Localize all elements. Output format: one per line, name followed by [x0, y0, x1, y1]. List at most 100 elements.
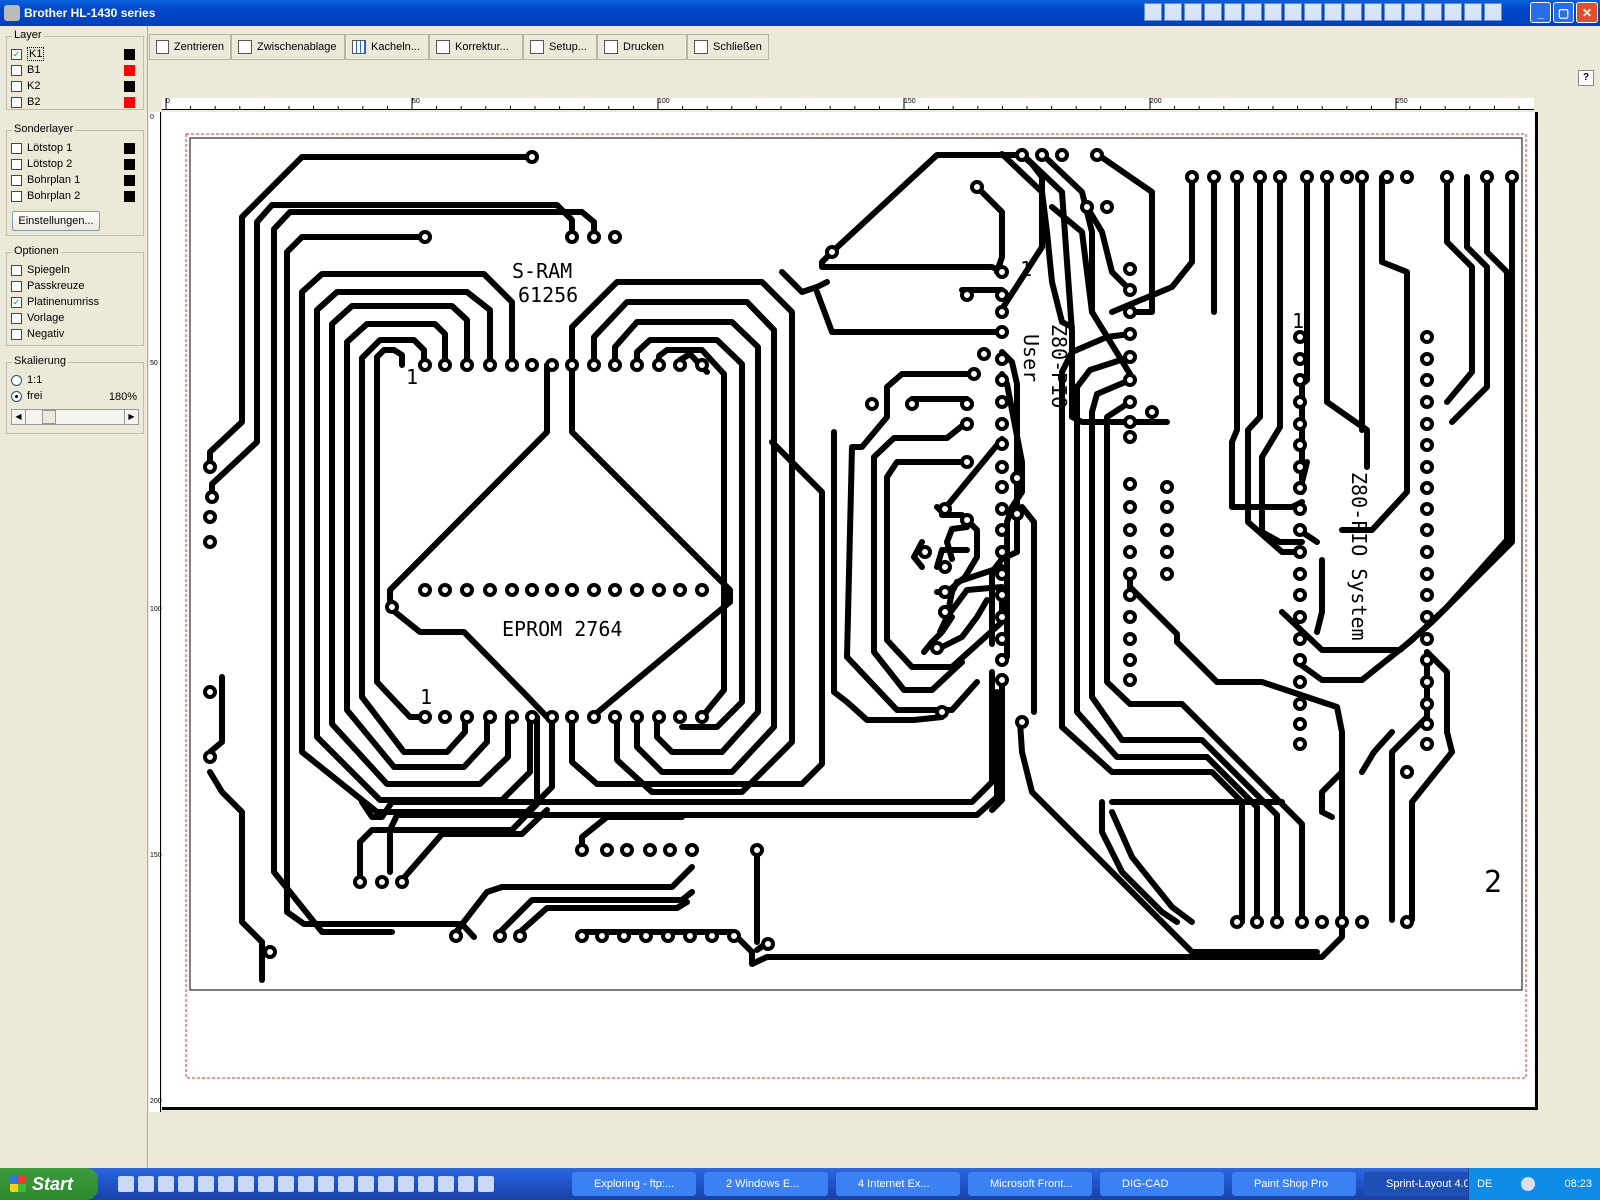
scale-1to1-radio[interactable]	[11, 374, 22, 386]
loetstop1-color[interactable]	[124, 143, 135, 154]
layer-k1-color[interactable]	[124, 49, 135, 60]
bohrplan2-checkbox[interactable]	[11, 190, 22, 202]
start-button[interactable]: Start	[0, 1168, 98, 1200]
option-negative-row[interactable]: Negativ	[11, 327, 64, 341]
tray-app-icon[interactable]	[1324, 3, 1342, 21]
quicklaunch-icon[interactable]	[378, 1176, 394, 1192]
tray-app-icon[interactable]	[1424, 3, 1442, 21]
quicklaunch-icon[interactable]	[418, 1176, 434, 1192]
bohrplan1-checkbox[interactable]	[11, 174, 22, 186]
tray-app-icon[interactable]	[1464, 3, 1482, 21]
scale-free-radio[interactable]	[11, 390, 22, 402]
task-button[interactable]: Microsoft Front...	[968, 1172, 1092, 1196]
setup-button[interactable]: Setup...	[523, 34, 597, 60]
quicklaunch-icon[interactable]	[258, 1176, 274, 1192]
loetstop1-checkbox[interactable]	[11, 142, 22, 154]
task-button[interactable]: Paint Shop Pro	[1232, 1172, 1356, 1196]
layer-b2-color[interactable]	[124, 97, 135, 108]
correction-button[interactable]: Korrektur...	[429, 34, 523, 60]
maximize-button[interactable]: ▢	[1553, 2, 1574, 23]
quicklaunch-icon[interactable]	[298, 1176, 314, 1192]
tray-app-icon[interactable]	[1484, 3, 1502, 21]
minimize-button[interactable]: _	[1530, 2, 1551, 23]
task-button[interactable]: 4 Internet Ex...	[836, 1172, 960, 1196]
option-crosshairs-row[interactable]: Passkreuze	[11, 279, 84, 293]
center-button[interactable]: Zentrieren	[149, 34, 231, 60]
layer-b1-color[interactable]	[124, 65, 135, 76]
layer-b1-checkbox[interactable]	[11, 64, 22, 76]
slider-left-arrow-icon[interactable]: ◀	[12, 410, 26, 424]
option-template-row[interactable]: Vorlage	[11, 311, 64, 325]
tray-app-icon[interactable]	[1304, 3, 1322, 21]
close-doc-button[interactable]: Schließen	[687, 34, 769, 60]
tray-app-icon[interactable]	[1364, 3, 1382, 21]
quicklaunch-icon[interactable]	[178, 1176, 194, 1192]
bohrplan1-row[interactable]: Bohrplan 1	[11, 173, 80, 187]
option-outline-checkbox[interactable]: ✓	[11, 296, 22, 308]
quicklaunch-icon[interactable]	[198, 1176, 214, 1192]
quicklaunch-icon[interactable]	[358, 1176, 374, 1192]
tray-app-icon[interactable]	[1184, 3, 1202, 21]
print-preview-area[interactable]: S-RAM 61256 EPROM 2764 1 1 1 1 2 Z80-PIO…	[162, 112, 1550, 1122]
quicklaunch-icon[interactable]	[338, 1176, 354, 1192]
quicklaunch-icon[interactable]	[438, 1176, 454, 1192]
layer-k1-row[interactable]: ✓ K1	[11, 47, 45, 61]
tray-app-icon[interactable]	[1444, 3, 1462, 21]
layer-k2-checkbox[interactable]	[11, 80, 22, 92]
task-button[interactable]: DIG-CAD	[1100, 1172, 1224, 1196]
quicklaunch-icon[interactable]	[318, 1176, 334, 1192]
quicklaunch-icon[interactable]	[118, 1176, 134, 1192]
scale-1to1-row[interactable]: 1:1	[11, 373, 42, 387]
settings-button[interactable]: Einstellungen...	[12, 211, 100, 231]
tray-app-icon[interactable]	[1264, 3, 1282, 21]
layer-k1-checkbox[interactable]: ✓	[11, 48, 22, 60]
tray-app-icon[interactable]	[1344, 3, 1362, 21]
quicklaunch-icon[interactable]	[238, 1176, 254, 1192]
loetstop2-checkbox[interactable]	[11, 158, 22, 170]
quicklaunch-icon[interactable]	[158, 1176, 174, 1192]
quicklaunch-icon[interactable]	[278, 1176, 294, 1192]
task-button-active[interactable]: Sprint-Layout 4.0	[1364, 1172, 1468, 1196]
clock[interactable]: 08:23	[1564, 1178, 1592, 1190]
help-button[interactable]: ?	[1578, 70, 1594, 86]
option-mirror-row[interactable]: Spiegeln	[11, 263, 70, 277]
tray-app-icon[interactable]	[1384, 3, 1402, 21]
tray-app-icon[interactable]	[1164, 3, 1182, 21]
bohrplan2-row[interactable]: Bohrplan 2	[11, 189, 80, 203]
scale-free-row[interactable]: frei	[11, 389, 42, 403]
bohrplan2-color[interactable]	[124, 191, 135, 202]
tray-app-icon[interactable]	[1224, 3, 1242, 21]
tray-app-icon[interactable]	[1144, 3, 1162, 21]
scale-slider[interactable]: ◀ ▶	[11, 409, 139, 425]
tiles-button[interactable]: Kacheln...	[345, 34, 429, 60]
quicklaunch-icon[interactable]	[218, 1176, 234, 1192]
loetstop2-color[interactable]	[124, 159, 135, 170]
layer-b2-row[interactable]: B2	[11, 95, 40, 109]
layer-b2-checkbox[interactable]	[11, 96, 22, 108]
quicklaunch-icon[interactable]	[478, 1176, 494, 1192]
print-button[interactable]: Drucken	[597, 34, 687, 60]
task-button[interactable]: Exploring - ftp:...	[572, 1172, 696, 1196]
option-negative-checkbox[interactable]	[11, 328, 22, 340]
language-indicator[interactable]: DE	[1477, 1178, 1492, 1190]
option-outline-row[interactable]: ✓ Platinenumriss	[11, 295, 99, 309]
option-mirror-checkbox[interactable]	[11, 264, 22, 276]
option-crosshairs-checkbox[interactable]	[11, 280, 22, 292]
loetstop1-row[interactable]: Lötstop 1	[11, 141, 72, 155]
slider-thumb[interactable]	[42, 410, 56, 424]
quicklaunch-icon[interactable]	[398, 1176, 414, 1192]
close-window-button[interactable]: ✕	[1576, 2, 1598, 23]
layer-b1-row[interactable]: B1	[11, 63, 40, 77]
layer-k2-color[interactable]	[124, 81, 135, 92]
clipboard-button[interactable]: Zwischenablage	[231, 34, 345, 60]
quicklaunch-icon[interactable]	[458, 1176, 474, 1192]
tray-app-icon[interactable]	[1244, 3, 1262, 21]
option-template-checkbox[interactable]	[11, 312, 22, 324]
loetstop2-row[interactable]: Lötstop 2	[11, 157, 72, 171]
bohrplan1-color[interactable]	[124, 175, 135, 186]
layer-k2-row[interactable]: K2	[11, 79, 40, 93]
tray-app-icon[interactable]	[1204, 3, 1222, 21]
task-button[interactable]: 2 Windows E...	[704, 1172, 828, 1196]
slider-right-arrow-icon[interactable]: ▶	[124, 410, 138, 424]
tray-app-icon[interactable]	[1404, 3, 1422, 21]
